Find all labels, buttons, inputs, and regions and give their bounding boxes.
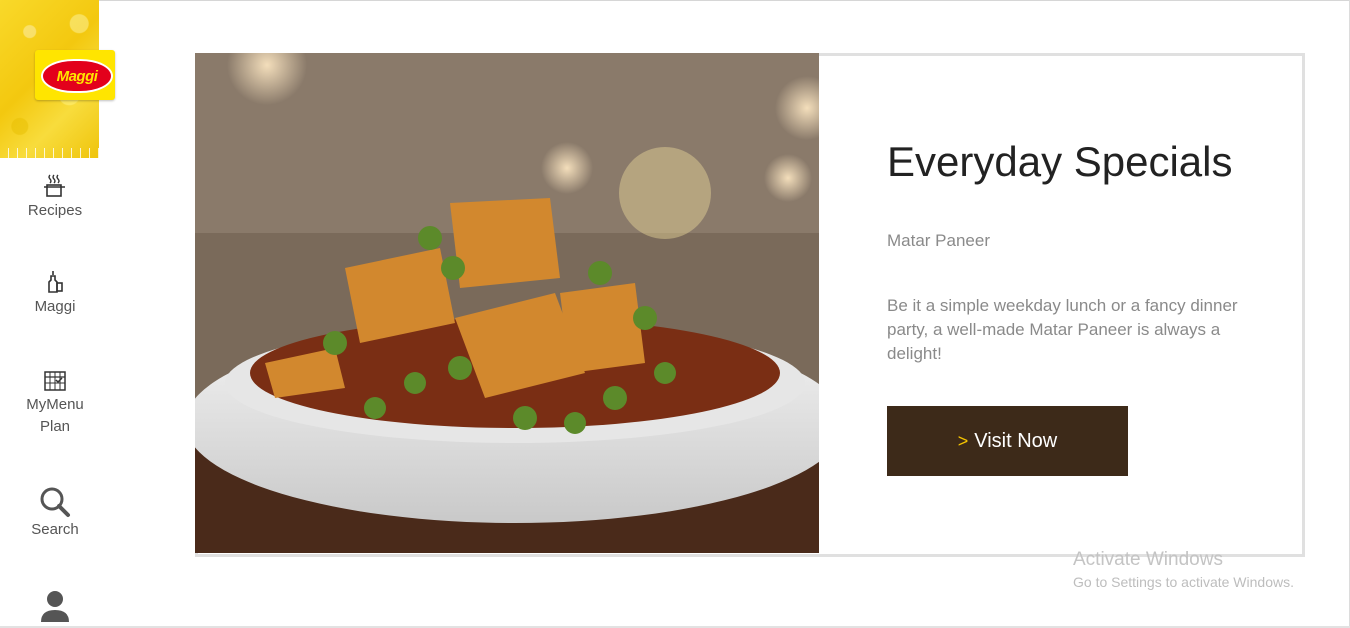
hero-image xyxy=(195,53,819,553)
maggi-logo-oval: Maggi xyxy=(41,59,113,93)
calendar-icon xyxy=(44,371,66,391)
banner-description: Be it a simple weekday lunch or a fancy … xyxy=(887,296,1238,363)
top-border xyxy=(0,0,1350,1)
bottle-icon xyxy=(48,271,63,293)
sidebar-item-recipes[interactable]: Recipes xyxy=(0,172,110,222)
sidebar-item-label: MyMenu xyxy=(26,396,84,413)
matar-paneer-image xyxy=(195,53,819,553)
user-icon xyxy=(41,591,69,622)
visit-now-label: Visit Now xyxy=(974,429,1058,452)
cooking-pot-icon xyxy=(44,174,65,197)
banner-title: Everyday Specials xyxy=(887,138,1233,185)
logo-panel-ticks xyxy=(0,148,99,158)
sidebar-item-search[interactable]: Search xyxy=(0,485,110,541)
sidebar-item-profile[interactable] xyxy=(0,588,110,628)
banner-subtitle: Matar Paneer xyxy=(887,231,990,250)
chevron-right-icon: > xyxy=(957,430,969,451)
sidebar-item-label: Search xyxy=(31,521,79,538)
sidebar-item-label: Recipes xyxy=(27,202,83,219)
sidebar-item-label: Maggi xyxy=(34,298,76,315)
sidebar-item-maggi[interactable]: Maggi xyxy=(0,268,110,318)
visit-now-button[interactable]: > Visit Now xyxy=(887,406,1128,476)
maggi-logo[interactable]: Maggi xyxy=(35,50,115,100)
activate-windows-subtitle: Go to Settings to activate Windows. xyxy=(1073,574,1294,590)
search-icon xyxy=(40,487,70,517)
sidebar-item-mymenu-plan[interactable]: MyMenu Plan xyxy=(0,366,110,438)
activate-windows-title: Activate Windows xyxy=(1073,549,1223,570)
maggi-logo-text: Maggi xyxy=(56,67,98,85)
sidebar-item-label: Plan xyxy=(39,418,71,435)
